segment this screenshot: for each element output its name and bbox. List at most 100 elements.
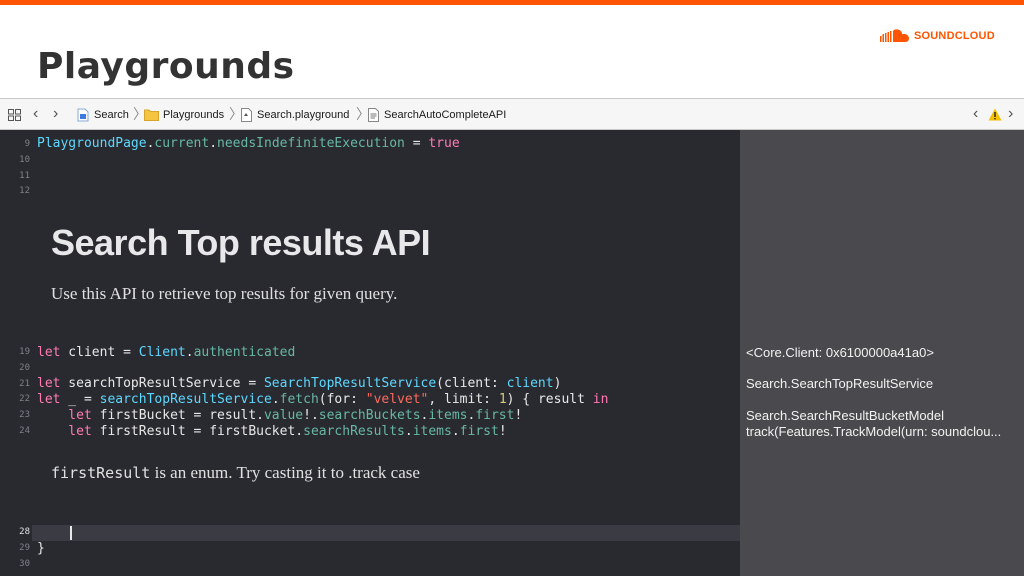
previous-issue-arrow-icon[interactable]: ‹ <box>973 106 978 122</box>
code-token: items <box>428 408 468 423</box>
code-token: ) <box>553 376 562 391</box>
line-number: 29 <box>19 543 30 553</box>
line-number: 20 <box>19 363 30 373</box>
code-line-29: } <box>37 541 45 556</box>
code-token: firstResult = firstBucket. <box>91 424 304 439</box>
code-token: . <box>271 392 280 407</box>
breadcrumb-label: SearchAutoCompleteAPI <box>384 109 507 121</box>
next-issue-arrow-icon[interactable]: › <box>1008 106 1013 122</box>
line-number: 23 <box>19 410 30 420</box>
code-token: PlaygroundPage <box>37 136 147 151</box>
line-number-active: 28 <box>19 527 30 537</box>
markup-paragraph: Use this API to retrieve top results for… <box>51 284 398 303</box>
slide-title: Playgrounds <box>37 46 295 87</box>
code-token: let <box>37 345 61 360</box>
back-arrow-icon[interactable]: ‹ <box>33 106 38 122</box>
code-token: ! <box>514 408 523 423</box>
code-token: let <box>37 424 92 439</box>
code-token: searchTopResultService = <box>60 376 264 391</box>
text-cursor <box>70 526 72 540</box>
code-line-21: let searchTopResultService = SearchTopRe… <box>37 376 561 391</box>
code-token: _ = <box>60 392 100 407</box>
code-token: true <box>428 136 460 151</box>
code-token: first <box>475 408 515 423</box>
line-number: 19 <box>19 347 30 357</box>
code-token: ) { result <box>506 392 593 407</box>
markup-note-code: firstResult <box>51 464 151 482</box>
markup-note-text: is an enum. Try casting it to .track cas… <box>150 463 420 482</box>
code-token: "velvet" <box>365 392 429 407</box>
brand-accent-strip <box>0 0 1024 5</box>
result-value[interactable]: Search.SearchTopResultService <box>746 376 933 391</box>
code-token: searchBuckets <box>318 408 421 423</box>
code-token: (for: <box>318 392 366 407</box>
folder-icon <box>144 109 159 121</box>
line-number: 9 <box>24 139 30 149</box>
brand-wordmark: SOUNDCLOUD <box>914 30 995 42</box>
code-line-9: PlaygroundPage.current.needsIndefiniteEx… <box>37 136 460 151</box>
swift-file-icon <box>77 108 89 122</box>
line-number: 22 <box>19 394 30 404</box>
warning-icon[interactable] <box>988 108 1002 124</box>
markup-heading: Search Top results API <box>51 222 431 263</box>
code-line-24: let firstResult = firstBucket.searchResu… <box>37 424 507 439</box>
result-value[interactable]: track(Features.TrackModel(urn: soundclou… <box>746 424 1001 439</box>
code-token: fetch <box>279 392 319 407</box>
code-token: client = <box>60 345 139 360</box>
code-token: Client <box>138 345 186 360</box>
soundcloud-logo: SOUNDCLOUD <box>880 28 995 44</box>
code-token: . <box>209 136 218 151</box>
code-token: 1 <box>498 392 507 407</box>
code-token: authenticated <box>193 345 296 360</box>
breadcrumb-label: Search.playground <box>257 109 350 121</box>
forward-arrow-icon[interactable]: › <box>53 106 58 122</box>
code-token: . <box>404 424 413 439</box>
playground-file-icon <box>241 108 252 122</box>
line-number: 11 <box>19 171 30 181</box>
breadcrumb-search-playground[interactable]: Search.playground <box>240 108 349 122</box>
soundcloud-cloud-icon <box>880 29 909 42</box>
line-number: 24 <box>19 426 30 436</box>
code-token: (client: <box>436 376 507 391</box>
breadcrumb-label: Playgrounds <box>163 108 225 121</box>
code-token: firstBucket = result. <box>91 408 264 423</box>
code-token: in <box>592 392 609 407</box>
line-number: 12 <box>19 186 30 196</box>
code-token: let <box>37 408 92 423</box>
code-line-23: let firstBucket = result.value!.searchBu… <box>37 408 522 423</box>
code-token: !. <box>303 408 319 423</box>
code-token: needsIndefiniteExecution <box>217 136 405 151</box>
line-number: 30 <box>19 559 30 569</box>
code-token: items <box>412 424 452 439</box>
code-token: . <box>185 345 194 360</box>
code-token: first <box>459 424 499 439</box>
xcode-playground-window: ‹ › Search 〉 Playgrounds 〉 Search.playgr… <box>0 98 1024 576</box>
code-token: ! <box>498 424 507 439</box>
result-value[interactable]: Search.SearchResultBucketModel <box>746 408 944 423</box>
line-number: 21 <box>19 379 30 389</box>
code-token: let <box>37 376 61 391</box>
code-token: current <box>154 136 210 151</box>
grid-icon[interactable] <box>8 109 21 124</box>
result-value[interactable]: <Core.Client: 0x6100000a41a0> <box>746 345 934 360</box>
code-token: = <box>404 136 429 151</box>
markup-note: firstResult is an enum. Try casting it t… <box>51 463 420 483</box>
code-token: let <box>37 392 61 407</box>
breadcrumb-playgrounds[interactable]: Playgrounds <box>144 108 224 121</box>
breadcrumb-search[interactable]: Search <box>76 108 129 122</box>
code-token: , limit: <box>428 392 499 407</box>
code-line-19: let client = Client.authenticated <box>37 345 295 360</box>
jump-bar: ‹ › Search 〉 Playgrounds 〉 Search.playgr… <box>0 98 1024 130</box>
code-token: . <box>451 424 460 439</box>
line-number: 10 <box>19 155 30 165</box>
page-icon <box>368 108 379 122</box>
code-token: value <box>263 408 304 423</box>
active-line-highlight <box>32 525 740 541</box>
code-token: client <box>506 376 554 391</box>
code-token: searchResults <box>303 424 405 439</box>
breadcrumb-label: Search <box>94 109 129 121</box>
code-token: searchTopResultService <box>99 392 272 407</box>
breadcrumb-searchautocompleteapi[interactable]: SearchAutoCompleteAPI <box>367 108 506 122</box>
code-token: SearchTopResultService <box>263 376 437 391</box>
code-line-22: let _ = searchTopResultService.fetch(for… <box>37 392 608 407</box>
